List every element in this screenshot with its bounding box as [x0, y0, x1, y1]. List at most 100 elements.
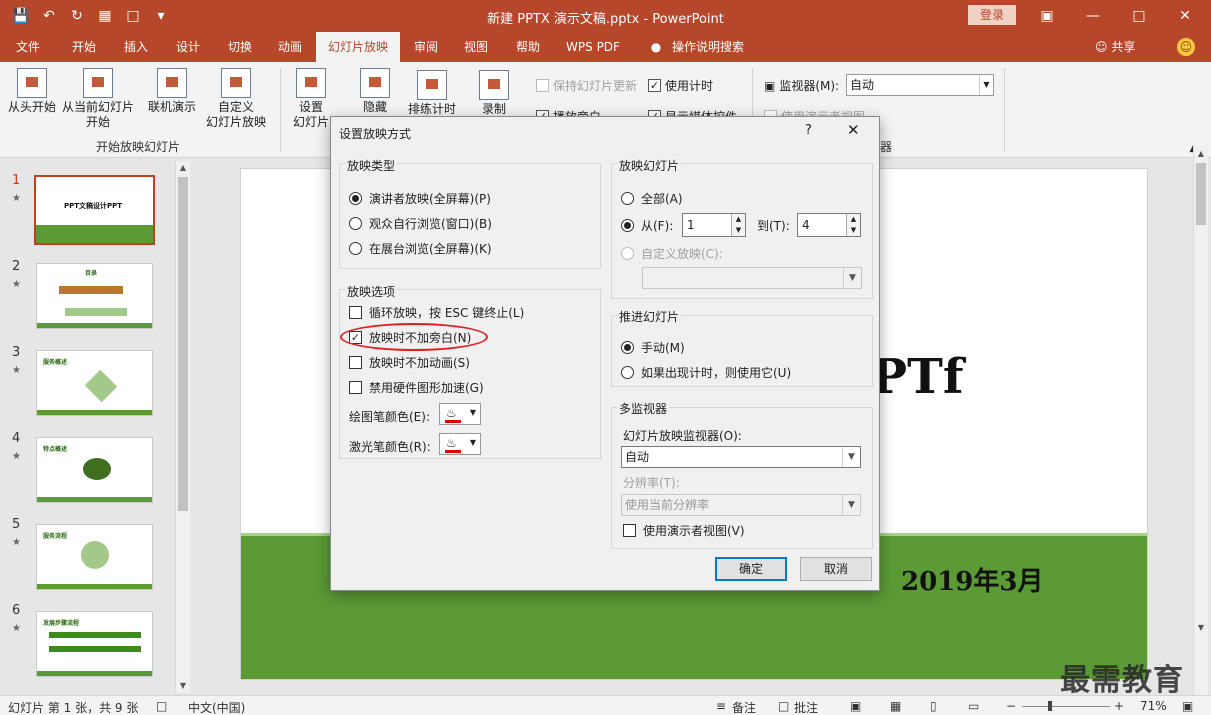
scroll-up-icon[interactable]: ▲: [176, 161, 190, 175]
tab-insert[interactable]: 插入: [114, 32, 158, 62]
fit-slide-icon[interactable]: ▣: [1182, 699, 1193, 713]
slide-thumbnail-6[interactable]: 发展步骤流程: [36, 611, 153, 677]
spin-down-icon[interactable]: ▼: [731, 225, 745, 236]
hide-slide-button[interactable]: 隐藏: [352, 68, 398, 115]
undo-icon[interactable]: ↶: [38, 5, 60, 27]
ok-button[interactable]: 确定: [715, 557, 787, 581]
notes-button[interactable]: 备注: [732, 699, 756, 715]
language-indicator[interactable]: 中文(中国): [188, 699, 245, 715]
checkbox-label: 循环放映，按 ESC 键终止(L): [369, 306, 525, 320]
ribbon-monitor-select[interactable]: 自动 ▼: [846, 74, 994, 96]
to-slide-spinner[interactable]: 4 ▲ ▼: [797, 213, 861, 237]
slideshow-view-icon[interactable]: ▭: [968, 699, 979, 713]
pen-color-button[interactable]: ♨ ▼: [439, 403, 481, 425]
customize-qat-icon[interactable]: ▾: [150, 5, 172, 27]
spell-check-icon[interactable]: □: [156, 699, 167, 713]
custom-show-button[interactable]: 自定义 幻灯片放映: [200, 68, 272, 130]
help-button[interactable]: ?: [805, 123, 812, 138]
tab-help[interactable]: 帮助: [506, 32, 550, 62]
slide-pane-scrollbar[interactable]: ▲ ▼: [175, 161, 190, 693]
use-timings-radio[interactable]: 如果出现计时，则使用它(U): [621, 364, 791, 381]
presenter-fullscreen-radio[interactable]: 演讲者放映(全屏幕)(P): [349, 190, 491, 207]
tab-file[interactable]: 文件: [8, 32, 48, 62]
close-icon[interactable]: ✕: [847, 121, 860, 139]
zoom-in-icon[interactable]: +: [1114, 699, 1124, 713]
all-slides-radio[interactable]: 全部(A): [621, 190, 683, 207]
slide-thumbnail-2[interactable]: 目录: [36, 263, 153, 329]
feedback-smile-icon[interactable]: ☺: [1177, 38, 1195, 56]
show-monitor-select[interactable]: 自动 ▼: [621, 446, 861, 468]
tab-wps-pdf[interactable]: WPS PDF: [558, 32, 628, 62]
scroll-down-icon[interactable]: ▼: [1194, 621, 1208, 635]
new-file-icon[interactable]: □: [122, 5, 144, 27]
slide-title[interactable]: PTf: [871, 349, 963, 405]
tab-design[interactable]: 设计: [166, 32, 210, 62]
keep-updated-checkbox[interactable]: 保持幻灯片更新: [536, 77, 637, 94]
zoom-level[interactable]: 71%: [1140, 699, 1167, 713]
disable-hw-accel-checkbox[interactable]: 禁用硬件图形加速(G): [349, 379, 484, 396]
no-animation-checkbox[interactable]: 放映时不加动画(S): [349, 354, 470, 371]
tab-transitions[interactable]: 切换: [218, 32, 262, 62]
monitor-label-text: 监视器(M):: [779, 79, 840, 93]
editor-scrollbar[interactable]: ▲ ▼: [1193, 145, 1208, 695]
resolution-select[interactable]: 使用当前分辨率 ▼: [621, 494, 861, 516]
tab-home[interactable]: 开始: [62, 32, 106, 62]
tab-view[interactable]: 视图: [456, 32, 496, 62]
slide-thumbnail-1[interactable]: PPT文稿设计PPT: [34, 175, 155, 245]
record-button[interactable]: 录制: [474, 70, 514, 117]
slide-thumbnail-4[interactable]: 特点概述: [36, 437, 153, 503]
setup-show-button[interactable]: 设置 幻灯片: [288, 68, 334, 130]
spin-up-icon[interactable]: ▲: [731, 214, 745, 225]
present-icon[interactable]: ▦: [94, 5, 116, 27]
zoom-slider-thumb[interactable]: [1048, 701, 1052, 711]
login-button[interactable]: 登录: [968, 5, 1016, 25]
audience-window-radio[interactable]: 观众自行浏览(窗口)(B): [349, 215, 492, 232]
keep-updated-box: [536, 79, 549, 92]
laser-color-button[interactable]: ♨ ▼: [439, 433, 481, 455]
ribbon-display-icon[interactable]: ▣: [1024, 0, 1070, 32]
reading-view-icon[interactable]: ▯: [930, 699, 937, 713]
slide-thumbnail-3[interactable]: 服务概述: [36, 350, 153, 416]
chevron-down-icon: ▼: [469, 408, 476, 417]
radio-label: 手动(M): [641, 341, 685, 355]
from-slide-spinner[interactable]: 1 ▲ ▼: [682, 213, 746, 237]
tell-me-search[interactable]: 操作说明搜索: [668, 32, 748, 62]
minimize-icon[interactable]: —: [1070, 0, 1116, 32]
spin-down-icon[interactable]: ▼: [846, 225, 860, 236]
cancel-button[interactable]: 取消: [800, 557, 872, 581]
use-timings-checkbox[interactable]: ✓ 使用计时: [648, 77, 713, 94]
scroll-up-icon[interactable]: ▲: [1194, 147, 1208, 161]
slide-sorter-icon[interactable]: ▦: [890, 699, 901, 713]
redo-icon[interactable]: ↻: [66, 5, 88, 27]
share-button[interactable]: ☺ 共享: [1095, 32, 1135, 62]
rehearse-timings-button[interactable]: 排练计时: [404, 70, 460, 117]
slide-thumbnail-5[interactable]: 服务流程: [36, 524, 153, 590]
normal-view-icon[interactable]: ▣: [850, 699, 861, 713]
scrollbar-thumb[interactable]: [1196, 163, 1206, 225]
online-present-button[interactable]: 联机演示: [144, 68, 200, 115]
radio-indicator: [621, 219, 634, 232]
slide-date[interactable]: 2019年3月: [901, 561, 1043, 598]
scrollbar-thumb[interactable]: [178, 177, 188, 511]
manual-advance-radio[interactable]: 手动(M): [621, 339, 685, 356]
zoom-out-icon[interactable]: −: [1006, 699, 1016, 713]
tab-review[interactable]: 审阅: [406, 32, 446, 62]
close-icon[interactable]: ✕: [1162, 0, 1208, 32]
scroll-down-icon[interactable]: ▼: [176, 679, 190, 693]
custom-show-select[interactable]: ▼: [642, 267, 862, 289]
kiosk-fullscreen-radio[interactable]: 在展台浏览(全屏幕)(K): [349, 240, 492, 257]
from-current-button[interactable]: 从当前幻灯片 开始: [60, 68, 136, 130]
spin-up-icon[interactable]: ▲: [846, 214, 860, 225]
comments-button[interactable]: 批注: [794, 699, 818, 715]
loop-checkbox[interactable]: 循环放映，按 ESC 键终止(L): [349, 304, 524, 321]
from-slide-radio[interactable]: 从(F):: [621, 217, 673, 234]
tab-slideshow[interactable]: 幻灯片放映: [316, 32, 400, 62]
presenter-view-checkbox[interactable]: 使用演示者视图(V): [623, 522, 745, 539]
save-icon[interactable]: 💾: [10, 5, 32, 27]
tab-animations[interactable]: 动画: [268, 32, 312, 62]
maximize-icon[interactable]: □: [1116, 0, 1162, 32]
custom-show-radio[interactable]: 自定义放映(C):: [621, 245, 723, 262]
zoom-slider[interactable]: [1022, 706, 1110, 707]
from-beginning-button[interactable]: 从头开始: [6, 68, 58, 115]
radio-indicator: [349, 192, 362, 205]
